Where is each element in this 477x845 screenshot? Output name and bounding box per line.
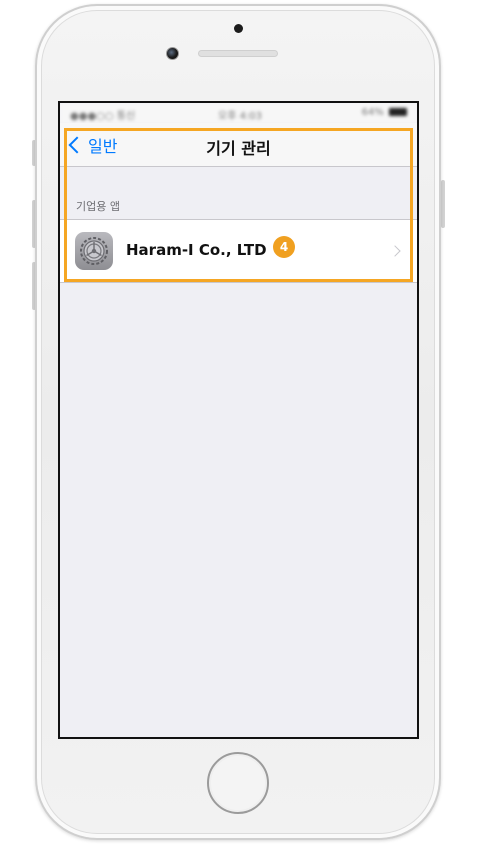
step-number-badge: 4 [273,236,295,258]
earpiece-speaker [198,50,278,57]
status-battery-text: 64% [361,107,384,118]
status-battery: 64% [362,107,407,118]
battery-icon [389,108,407,116]
home-button[interactable] [207,752,269,814]
power-button [441,180,445,228]
proximity-sensor [234,24,243,33]
status-carrier: ●●●○○ 통신 [70,111,136,122]
stage: ●●●○○ 통신 오후 4:03 64% 일반 기기 관리 기업용 앱 Hara… [0,0,477,845]
highlight-annotation-box [64,128,413,282]
front-camera-icon [166,47,179,60]
status-bar: ●●●○○ 통신 오후 4:03 64% [60,103,417,123]
status-time: 오후 4:03 [218,111,263,122]
